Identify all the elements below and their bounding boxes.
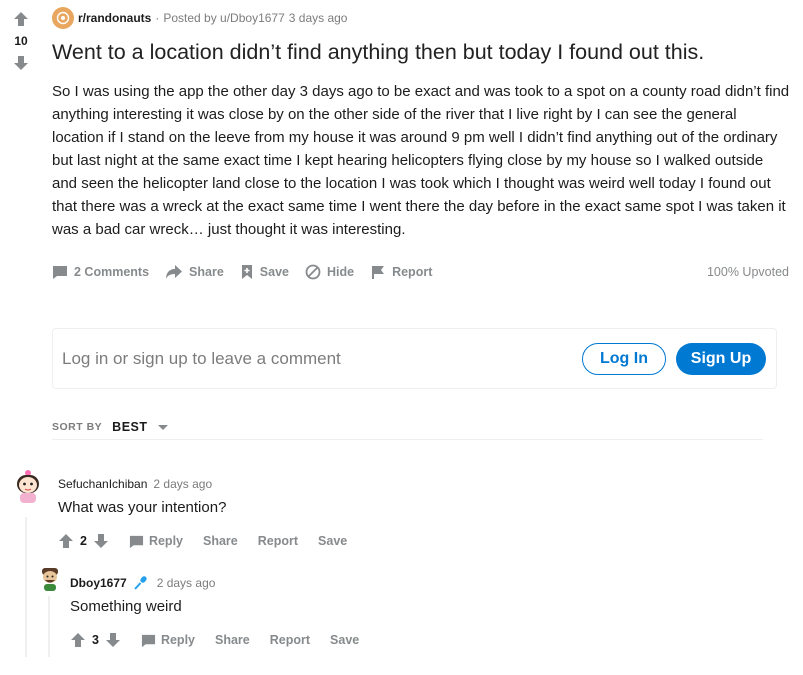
sort-label: SORT BY xyxy=(52,420,103,433)
reply-label: Reply xyxy=(148,534,183,548)
post: r/randonauts · Posted by u/Dboy1677 3 da… xyxy=(52,6,792,287)
avatar[interactable] xyxy=(12,467,44,507)
subreddit-icon[interactable] xyxy=(52,7,74,29)
share-button[interactable]: Share xyxy=(203,534,238,548)
comment-actions: 3 Reply Share Report Save xyxy=(70,628,760,652)
comment-header: SefuchanIchiban 2 days ago xyxy=(58,474,758,494)
bookmark-plus-icon xyxy=(241,265,252,279)
hide-circle-icon xyxy=(305,264,321,280)
save-label: Save xyxy=(259,265,289,279)
save-button[interactable]: Save xyxy=(318,534,347,548)
share-arrow-icon xyxy=(166,265,183,279)
post-vote-column: 10 xyxy=(8,8,34,74)
comment-bubble-icon xyxy=(141,634,156,647)
sign-up-button[interactable]: Sign Up xyxy=(676,342,766,375)
sort-dropdown[interactable]: BEST xyxy=(112,420,147,434)
report-label: Report xyxy=(392,265,433,279)
save-button[interactable]: Save xyxy=(330,633,359,647)
hide-button[interactable]: Hide xyxy=(305,264,354,280)
report-label: Report xyxy=(257,534,299,548)
microphone-icon xyxy=(133,575,149,591)
sort-bar: SORT BY BEST xyxy=(52,414,763,440)
comment-vote-count: 2 xyxy=(80,534,87,548)
save-label: Save xyxy=(330,633,360,647)
comment: Dboy1677 2 days ago Something weird 3 Re… xyxy=(70,573,760,652)
reply-label: Reply xyxy=(160,633,195,647)
save-label: Save xyxy=(318,534,348,548)
subreddit-link[interactable]: r/randonauts xyxy=(78,11,151,25)
share-button[interactable]: Share xyxy=(215,633,250,647)
post-body: So I was using the app the other day 3 d… xyxy=(52,83,790,238)
save-button[interactable]: Save xyxy=(240,264,289,280)
upvote-ratio: 100% Upvoted xyxy=(706,265,789,279)
post-vote-count: 10 xyxy=(14,34,28,48)
login-prompt: Log in or sign up to leave a comment xyxy=(62,348,341,368)
comment-time[interactable]: 2 days ago xyxy=(157,576,216,590)
post-meta: r/randonauts · Posted by u/Dboy1677 3 da… xyxy=(52,6,792,30)
flag-icon xyxy=(372,266,385,279)
comment-bubble-icon xyxy=(129,535,144,548)
comment-text: What was your intention? xyxy=(58,499,227,516)
share-label: Share xyxy=(189,265,224,279)
comment-author[interactable]: SefuchanIchiban xyxy=(58,477,147,491)
post-actions: 2 Comments Share Save Hide Report 100% U… xyxy=(52,257,792,287)
thread-line[interactable] xyxy=(25,517,27,657)
downvote-icon[interactable] xyxy=(8,52,34,74)
log-in-button[interactable]: Log In xyxy=(582,342,666,375)
comment-login-box: Log in or sign up to leave a comment Log… xyxy=(52,328,777,389)
hide-label: Hide xyxy=(326,265,355,279)
comment-time[interactable]: 2 days ago xyxy=(153,477,212,491)
report-button[interactable]: Report xyxy=(270,633,310,647)
upvote-icon[interactable] xyxy=(70,632,86,648)
downvote-icon[interactable] xyxy=(93,533,109,549)
comment-text: Something weird xyxy=(70,598,182,615)
comment-bubble-icon xyxy=(53,266,67,279)
comment-vote-count: 3 xyxy=(92,633,99,647)
comment-author[interactable]: Dboy1677 xyxy=(70,576,127,590)
comment-actions: 2 Reply Share Report Save xyxy=(58,529,758,553)
post-title[interactable]: Went to a location didn’t find anything … xyxy=(52,38,792,66)
report-button[interactable]: Report xyxy=(258,534,298,548)
share-label: Share xyxy=(203,534,238,548)
comments-button[interactable]: 2 Comments xyxy=(52,264,149,280)
downvote-icon[interactable] xyxy=(105,632,121,648)
reply-button[interactable]: Reply xyxy=(129,534,183,549)
share-button[interactable]: Share xyxy=(165,264,224,280)
report-button[interactable]: Report xyxy=(370,264,432,280)
upvote-icon[interactable] xyxy=(8,8,34,30)
share-label: Share xyxy=(215,633,250,647)
thread-line[interactable] xyxy=(48,596,50,657)
chevron-down-icon[interactable] xyxy=(156,422,170,432)
upvote-icon[interactable] xyxy=(58,533,74,549)
posted-by[interactable]: Posted by u/Dboy1677 xyxy=(163,11,284,25)
comment-header: Dboy1677 2 days ago xyxy=(70,573,760,593)
comments-label: 2 Comments xyxy=(74,265,150,279)
reply-button[interactable]: Reply xyxy=(141,633,195,648)
comment: SefuchanIchiban 2 days ago What was your… xyxy=(58,474,758,553)
report-label: Report xyxy=(269,633,311,647)
meta-separator: · xyxy=(155,11,160,25)
avatar[interactable] xyxy=(39,565,61,593)
post-time[interactable]: 3 days ago xyxy=(289,11,348,25)
